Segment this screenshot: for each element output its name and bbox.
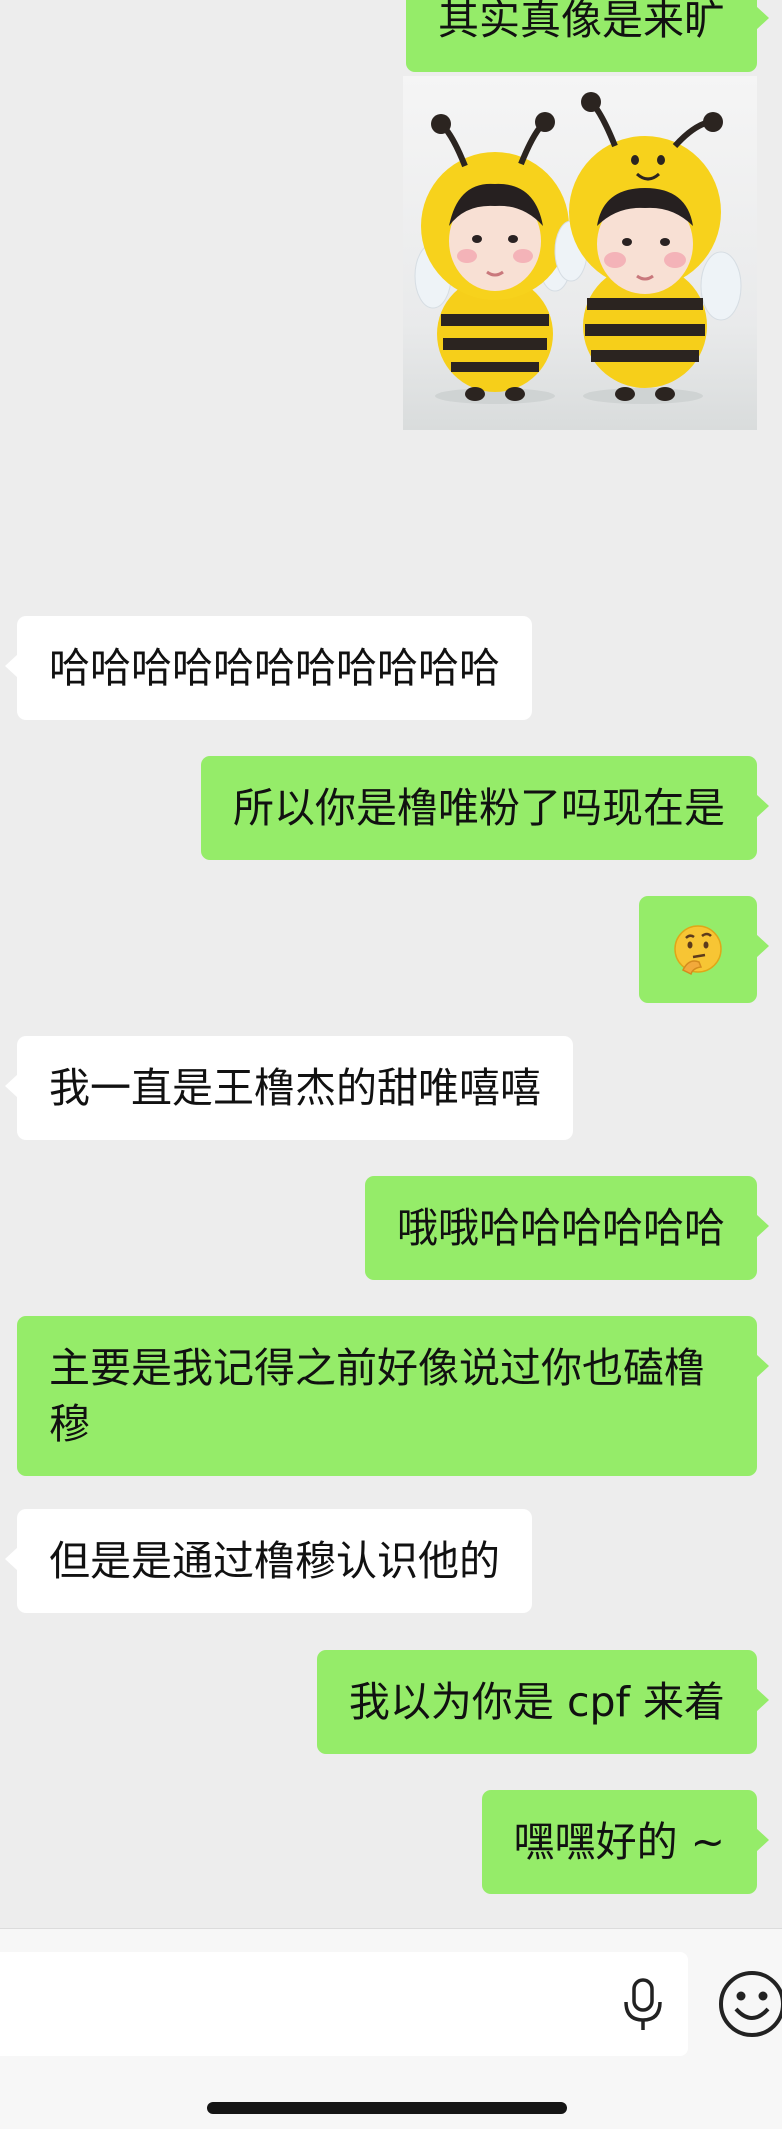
microphone-icon[interactable]	[620, 1976, 666, 2032]
message-bubble-outgoing[interactable]: 我以为你是 cpf 来着	[316, 1650, 770, 1754]
chat-input-bar	[0, 1928, 782, 2129]
message-bubble-incoming[interactable]: 但是是通过橹穆认识他的	[5, 1509, 532, 1613]
message-text: 我一直是王橹杰的甜唯嘻嘻	[49, 1064, 541, 1112]
message-text: 但是是通过橹穆认识他的	[49, 1537, 500, 1585]
message-input[interactable]	[0, 1952, 688, 2056]
message-bubble-incoming[interactable]: 我一直是王橹杰的甜唯嘻嘻	[5, 1036, 573, 1140]
image-message[interactable]	[403, 76, 757, 430]
message-text: 哈哈哈哈哈哈哈哈哈哈哈	[49, 644, 500, 692]
message-text: 我以为你是 cpf 来着	[348, 1678, 725, 1726]
message-bubble-outgoing[interactable]: 主要是我记得之前好像说过你也磕橹穆	[17, 1316, 769, 1476]
message-bubble-outgoing[interactable]: 其实真像是来旷	[406, 0, 769, 72]
home-indicator[interactable]	[207, 2102, 567, 2114]
message-text: 嘿嘿好的 ~	[513, 1818, 725, 1866]
message-bubble-outgoing[interactable]: 所以你是橹唯粉了吗现在是	[201, 756, 769, 860]
message-bubble-incoming[interactable]: 哈哈哈哈哈哈哈哈哈哈哈	[5, 616, 532, 720]
message-text: 主要是我记得之前好像说过你也磕橹穆	[49, 1344, 705, 1448]
message-bubble-outgoing[interactable]: 哦哦哈哈哈哈哈哈	[365, 1176, 769, 1280]
message-text: 其实真像是来旷	[438, 0, 725, 44]
chat-area[interactable]: 其实真像是来旷 哈哈哈哈哈哈哈哈哈哈哈 所以你是橹唯粉了吗现在是 我一直是王橹杰…	[0, 0, 782, 1928]
thinking-face-emoji	[674, 925, 722, 976]
smiley-face-icon[interactable]	[716, 1969, 782, 2039]
bee-costume-kids-sticker	[414, 92, 742, 404]
message-bubble-outgoing[interactable]: 嘿嘿好的 ~	[481, 1790, 770, 1894]
message-bubble-outgoing[interactable]	[639, 896, 769, 1003]
message-text: 哦哦哈哈哈哈哈哈	[397, 1204, 725, 1252]
message-text: 所以你是橹唯粉了吗现在是	[233, 784, 725, 832]
